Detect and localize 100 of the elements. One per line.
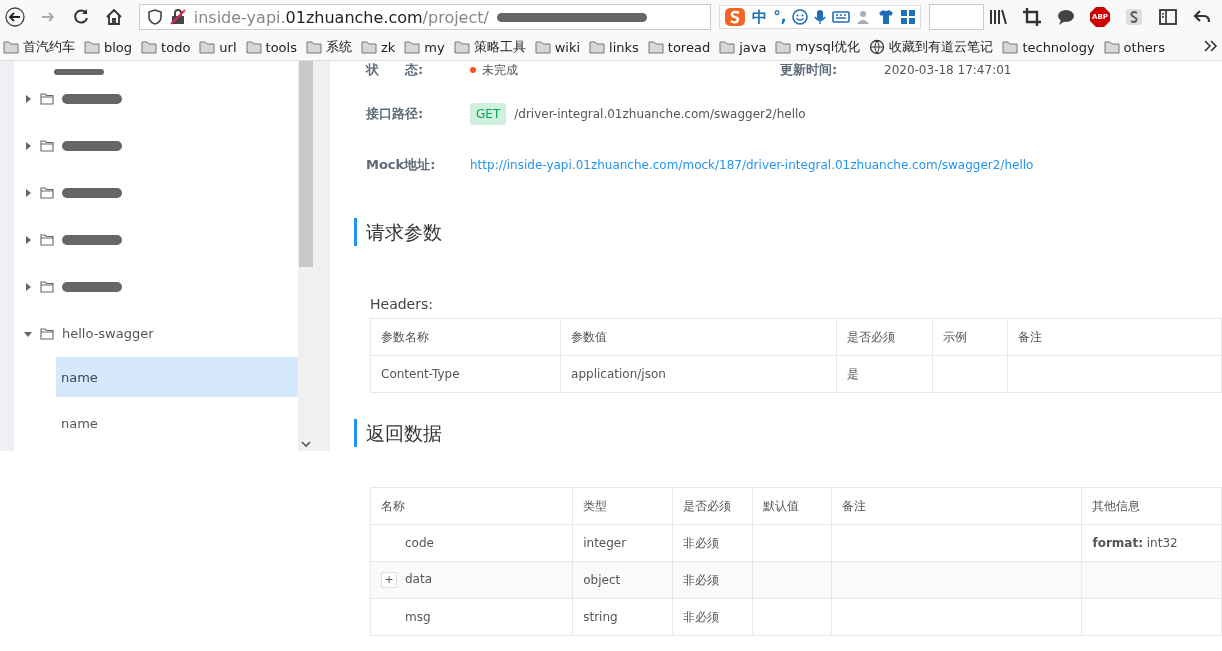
folder-icon xyxy=(40,185,54,200)
table-cell: string xyxy=(572,598,673,636)
folder-icon xyxy=(719,39,736,55)
globe-icon xyxy=(869,39,886,55)
bookmark-item[interactable]: wiki xyxy=(534,39,581,55)
bookmark-item[interactable]: zk xyxy=(360,39,396,55)
bookmark-item[interactable]: 策略工具 xyxy=(453,38,526,56)
column-header: 默认值 xyxy=(752,487,832,525)
microphone-icon[interactable] xyxy=(814,9,827,25)
folder-icon xyxy=(199,39,216,55)
bookmark-item[interactable]: my xyxy=(404,39,445,55)
column-header: 示例 xyxy=(932,318,1008,356)
table-cell: msg xyxy=(370,598,573,636)
chat-bubble-icon[interactable] xyxy=(1056,7,1076,27)
folder-icon xyxy=(84,39,100,55)
redaction-mark xyxy=(62,140,122,151)
redaction-mark xyxy=(54,69,104,75)
method-tag: GET xyxy=(470,103,507,125)
bookmark-item[interactable]: links xyxy=(589,39,639,55)
folder-icon xyxy=(453,39,470,55)
input-mode-label[interactable]: 中 xyxy=(752,7,768,27)
redaction-mark xyxy=(62,281,122,292)
bookmark-item[interactable]: 收藏到有道云笔记 xyxy=(869,38,994,56)
bookmark-item[interactable]: 首汽约车 xyxy=(3,38,75,56)
redaction-mark xyxy=(62,187,122,198)
column-header: 类型 xyxy=(572,487,673,525)
bookmark-item[interactable]: url xyxy=(199,39,237,55)
field-label: Mock地址: xyxy=(366,156,437,174)
folder-icon xyxy=(1002,39,1019,55)
expand-button[interactable]: + xyxy=(381,572,397,588)
column-header: 是否必须 xyxy=(672,487,753,525)
folder-icon xyxy=(404,39,421,55)
column-header: 名称 xyxy=(370,487,573,525)
column-header: 备注 xyxy=(1007,318,1222,356)
sidebar-icon[interactable] xyxy=(1158,7,1178,27)
field-label: 更新时间: xyxy=(780,61,839,79)
table-cell: 非必须 xyxy=(672,598,753,636)
table-cell: application/json xyxy=(560,355,837,393)
tree-item[interactable]: name xyxy=(56,357,298,397)
bookmark-item[interactable]: tools xyxy=(245,39,297,55)
section-heading: 请求参数 xyxy=(354,218,1222,246)
address-bar[interactable]: inside-yapi.01zhuanche.com/project/ xyxy=(138,4,712,30)
bookmark-item[interactable]: others xyxy=(1103,39,1165,55)
back-icon xyxy=(4,7,25,27)
folder-icon xyxy=(3,39,19,55)
redaction-mark xyxy=(62,234,122,245)
table-cell: 是 xyxy=(836,355,932,393)
folder-icon xyxy=(1103,39,1120,55)
table-cell: 非必须 xyxy=(672,561,753,599)
bookmark-item[interactable]: java xyxy=(719,39,767,55)
punctuation-mode-label[interactable]: °, xyxy=(773,8,787,26)
folder-icon xyxy=(647,39,664,55)
table-cell: + data xyxy=(370,561,573,599)
bookmark-item[interactable]: technology xyxy=(1002,39,1095,55)
redaction-mark xyxy=(62,93,122,104)
scrollbar[interactable] xyxy=(298,61,314,451)
table-cell: format: int32 xyxy=(1081,524,1222,562)
chevrons-icon[interactable] xyxy=(1202,38,1218,53)
folder-icon xyxy=(589,39,606,55)
folder-icon xyxy=(40,138,54,153)
shirt-icon[interactable] xyxy=(878,9,895,25)
folder-icon xyxy=(245,39,262,55)
table-cell: Content-Type xyxy=(370,355,561,393)
column-header: 其他信息 xyxy=(1081,487,1222,525)
folder-icon xyxy=(40,326,54,341)
tree-item[interactable]: name xyxy=(56,403,298,443)
bookmark-item[interactable]: 系统 xyxy=(305,38,352,56)
smiley-icon[interactable] xyxy=(792,9,809,25)
table-cell: integer xyxy=(572,524,673,562)
crop-icon[interactable] xyxy=(1022,7,1042,27)
headers-label: Headers: xyxy=(370,296,434,312)
bookmark-item[interactable]: toread xyxy=(647,39,711,55)
table-cell: code xyxy=(370,524,573,562)
bookmark-item[interactable]: blog xyxy=(84,39,133,55)
extension-s-icon[interactable] xyxy=(1124,7,1144,27)
shield-icon xyxy=(147,9,162,25)
column-header: 备注 xyxy=(831,487,1082,525)
api-path: /driver-integral.01zhuanche.com/swagger2/hello xyxy=(514,107,806,121)
column-header: 是否必须 xyxy=(836,318,932,356)
grid-icon[interactable] xyxy=(900,9,917,25)
field-label: 状 态: xyxy=(366,61,425,79)
keyboard-icon[interactable] xyxy=(832,10,851,24)
search-field[interactable] xyxy=(929,4,984,30)
bookmark-item[interactable]: todo xyxy=(141,39,191,55)
folder-icon xyxy=(141,39,158,55)
folder-icon xyxy=(534,39,551,55)
folder-icon xyxy=(360,39,377,55)
folder-icon xyxy=(40,91,54,106)
column-header: 参数名称 xyxy=(370,318,561,356)
tree-folder[interactable]: hello-swagger xyxy=(14,310,298,357)
field-label: 接口路径: xyxy=(366,105,425,123)
folder-icon xyxy=(775,39,792,55)
insecure-lock-icon xyxy=(169,9,186,25)
table-cell: 非必须 xyxy=(672,524,753,562)
chevron-down-icon xyxy=(301,441,311,449)
library-icon[interactable] xyxy=(988,7,1008,27)
status-dot xyxy=(470,67,476,73)
updated-time: 2020-03-18 17:47:01 xyxy=(884,63,1012,77)
table-cell: object xyxy=(572,561,673,599)
bookmark-item[interactable]: mysql优化 xyxy=(775,38,861,56)
